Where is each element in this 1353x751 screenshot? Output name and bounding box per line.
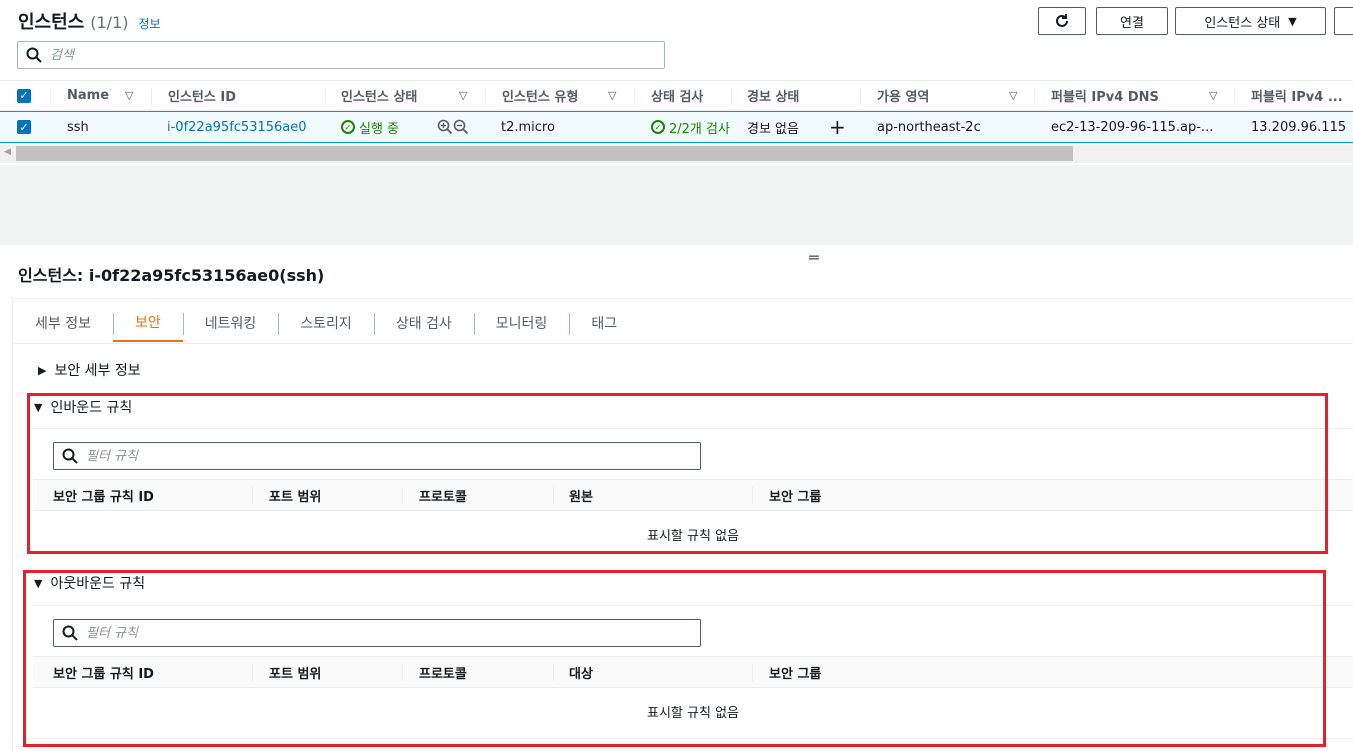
col-public-dns[interactable]: 퍼블릭 IPv4 DNS (1051, 81, 1159, 110)
detail-title: 인스턴스: i-0f22a95fc53156ae0(ssh) (18, 266, 325, 285)
sort-icon[interactable]: ▽ (459, 81, 467, 110)
instance-search[interactable] (17, 41, 665, 69)
check-icon: ✓ (17, 88, 31, 103)
tab-security[interactable]: 보안 (112, 303, 183, 342)
row-ip: 13.209.96.115 (1251, 119, 1347, 135)
caret-down-icon: ▼ (1288, 14, 1297, 28)
scroll-left-arrow-icon[interactable]: ◀ (4, 147, 11, 157)
col-instance-id[interactable]: 인스턴스 ID (168, 81, 236, 110)
outbound-highlight-box (23, 570, 1326, 747)
zoom-in-icon[interactable] (437, 112, 453, 142)
row-dns: ec2-13-209-96-115.ap-... (1051, 119, 1214, 135)
security-details-label: 보안 세부 정보 (54, 363, 141, 379)
row-instance-id-link[interactable]: i-0f22a95fc53156ae0 (167, 112, 307, 142)
tab-monitoring[interactable]: 모니터링 (473, 303, 570, 342)
success-icon: ✓ (341, 120, 355, 134)
page-title: 인스턴스 (18, 12, 85, 33)
sort-icon[interactable]: ▽ (608, 81, 616, 110)
col-name[interactable]: Name (67, 81, 109, 110)
sort-icon[interactable]: ▽ (1209, 81, 1217, 110)
success-icon: ✓ (651, 120, 665, 134)
instances-table-header: ✓ Name ▽ 인스턴스 ID 인스턴스 상태 ▽ 인스턴스 유형 ▽ 상태 … (0, 80, 1353, 111)
connect-button[interactable]: 연결 (1096, 7, 1168, 35)
row-az: ap-northeast-2c (877, 119, 981, 135)
instance-state-label: 인스턴스 상태 (1204, 15, 1281, 31)
resize-handle-icon[interactable]: ═ (809, 248, 819, 267)
search-input[interactable] (50, 47, 610, 63)
security-details-expander[interactable]: ▶ 보안 세부 정보 (38, 360, 141, 380)
row-status-check-label: 2/2개 검사 (669, 121, 730, 137)
add-alarm-plus-icon[interactable]: + (829, 112, 846, 142)
col-availability-zone[interactable]: 가용 영역 (877, 81, 929, 110)
tab-storage[interactable]: 스토리지 (278, 303, 374, 342)
instance-state-button[interactable]: 인스턴스 상태 ▼ (1175, 7, 1326, 35)
col-public-ipv4[interactable]: 퍼블릭 IPv4 ... (1251, 81, 1343, 110)
col-status-check[interactable]: 상태 검사 (651, 81, 703, 110)
row-name: ssh (67, 119, 89, 135)
row-type: t2.micro (501, 119, 555, 135)
page-header: 인스턴스 (1/1) 정보 (18, 8, 161, 34)
scrollbar-thumb[interactable] (16, 146, 1073, 161)
refresh-icon (1056, 14, 1068, 27)
instance-count: (1/1) (90, 13, 129, 32)
tab-networking[interactable]: 네트워킹 (182, 303, 279, 342)
row-state-label: 실행 중 (359, 121, 400, 137)
tab-tags[interactable]: 태그 (569, 303, 639, 342)
row-status-check: ✓ 2/2개 검사 (651, 112, 731, 142)
table-row[interactable]: ✓ ssh i-0f22a95fc53156ae0 ✓ 실행 중 t2.micr… (0, 111, 1353, 143)
row-state: ✓ 실행 중 (341, 112, 399, 142)
zoom-out-icon[interactable] (453, 112, 469, 142)
sort-icon[interactable]: ▽ (1009, 81, 1017, 110)
info-link[interactable]: 정보 (138, 15, 160, 32)
horizontal-scrollbar[interactable]: ◀ (0, 145, 1353, 163)
search-icon (26, 47, 42, 63)
col-instance-type[interactable]: 인스턴스 유형 (502, 81, 578, 110)
inbound-highlight-box (27, 393, 1328, 554)
sort-icon[interactable]: ▽ (125, 81, 133, 110)
select-all-checkbox[interactable]: ✓ (17, 81, 31, 110)
tab-details[interactable]: 세부 정보 (13, 303, 113, 342)
caret-right-icon: ▶ (38, 363, 47, 377)
col-alarm-status[interactable]: 경보 상태 (747, 81, 799, 110)
refresh-button[interactable] (1038, 7, 1086, 35)
more-actions-button[interactable] (1334, 7, 1353, 35)
check-icon: ✓ (17, 120, 31, 134)
tab-status-checks[interactable]: 상태 검사 (373, 303, 474, 342)
row-checkbox[interactable]: ✓ (17, 112, 31, 142)
detail-tabs: 세부 정보 보안 네트워킹 스토리지 상태 검사 모니터링 태그 (13, 303, 639, 344)
col-instance-state[interactable]: 인스턴스 상태 (341, 81, 417, 110)
row-alarm: 경보 없음 (747, 121, 799, 137)
